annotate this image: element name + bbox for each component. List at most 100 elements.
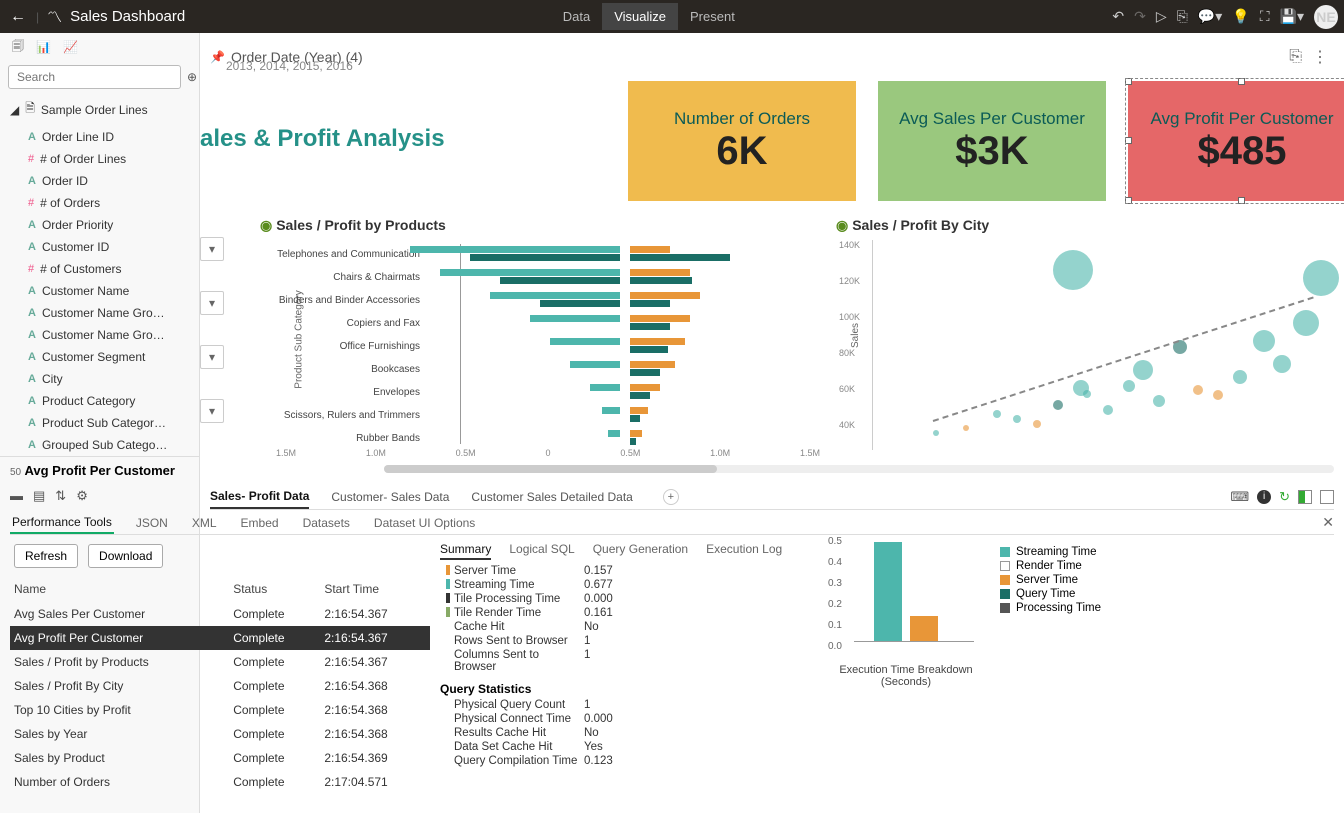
table-row[interactable]: Sales / Profit By CityComplete2:16:54.36…	[10, 674, 430, 698]
avatar[interactable]: NE	[1314, 5, 1338, 29]
filter-icon: ◉	[260, 217, 272, 233]
tree-item[interactable]: AProduct Category	[0, 390, 190, 412]
download-button[interactable]: Download	[88, 544, 163, 568]
table-row[interactable]: Number of OrdersComplete2:17:04.571	[10, 770, 430, 794]
filter-icon[interactable]: ▤	[33, 488, 45, 504]
perf-panel: Refresh Download NameStatusStart Time Av…	[10, 536, 1334, 813]
detail-tab[interactable]: Execution Log	[706, 540, 782, 560]
mode-tab-visualize[interactable]: Visualize	[602, 3, 678, 30]
back-button[interactable]: ←	[6, 8, 30, 26]
preview-icon[interactable]: ⎘	[1177, 8, 1188, 25]
comments-icon[interactable]: 💬▾	[1198, 8, 1222, 25]
perf-left: Refresh Download NameStatusStart Time Av…	[10, 536, 430, 813]
tree-item[interactable]: ACity	[0, 368, 190, 390]
bar-icon[interactable]: ▬	[10, 488, 23, 504]
table-row[interactable]: Top 10 Cities by ProfitComplete2:16:54.3…	[10, 698, 430, 722]
sheet-tab[interactable]: Customer- Sales Data	[331, 486, 449, 508]
redo-icon[interactable]: ↷	[1134, 8, 1146, 25]
detail-tab[interactable]: Query Generation	[593, 540, 688, 560]
dev-tab[interactable]: Embed	[239, 513, 281, 533]
filter-3[interactable]: ▾	[200, 345, 224, 369]
pin-icon[interactable]: 📌	[210, 50, 225, 64]
topbar-actions: ↶ ↷ ▷ ⎘ 💬▾ 💡 ⛶ 💾▾ NE	[1112, 5, 1338, 29]
tree-item[interactable]: ACustomer ID	[0, 236, 190, 258]
tree-item[interactable]: ## of Order Lines	[0, 148, 190, 170]
tree-item[interactable]: ACustomer Name Gro…	[0, 324, 190, 346]
filter-4[interactable]: ▾	[200, 399, 224, 423]
tree-item[interactable]: AOrder Priority	[0, 214, 190, 236]
panel-right-icon[interactable]	[1320, 490, 1334, 504]
sheet-tabs: Sales- Profit Data Customer- Sales Data Cu…	[210, 484, 1334, 510]
tree-item[interactable]: ## of Orders	[0, 192, 190, 214]
play-icon[interactable]: ▷	[1156, 8, 1167, 25]
sort-icon[interactable]: ⇅	[55, 488, 66, 504]
perf-details: Summary Logical SQL Query Generation Execut…	[430, 536, 800, 813]
collapse-icon: ◢	[10, 103, 19, 117]
perf-chart: 0.50.40.30.20.10.0 Streaming TimeRender …	[800, 536, 1334, 813]
close-panel-icon[interactable]: ✕	[1322, 514, 1334, 531]
keyboard-icon[interactable]: ⌨	[1230, 489, 1249, 505]
tree-item[interactable]: ACustomer Name Gro…	[0, 302, 190, 324]
selected-title: Avg Profit Per Customer	[24, 463, 175, 478]
canvas: ales & Profit Analysis Number of Orders6…	[200, 77, 1344, 477]
settings-icon[interactable]: ⚙	[76, 488, 88, 504]
tree-item[interactable]: AGrouped Sub Catego…	[0, 434, 190, 456]
mode-tab-present[interactable]: Present	[678, 3, 747, 30]
dev-tab[interactable]: Datasets	[301, 513, 352, 533]
tree-header[interactable]: ◢ 🗎 Sample Order Lines	[0, 93, 199, 126]
detail-tab[interactable]: Logical SQL	[509, 540, 574, 560]
fullscreen-icon[interactable]: ⛶	[1260, 8, 1270, 25]
mode-tab-data[interactable]: Data	[551, 3, 602, 30]
refresh-button[interactable]: Refresh	[14, 544, 78, 568]
dev-tab[interactable]: JSON	[134, 513, 170, 533]
table-row[interactable]: Sales by YearComplete2:16:54.368	[10, 722, 430, 746]
add-sheet-icon[interactable]: +	[663, 489, 679, 505]
dataset-icon: 🗎	[25, 99, 35, 120]
topbar: ← | 〽 Sales Dashboard DataVisualizePrese…	[0, 0, 1344, 33]
tree-item[interactable]: ACustomer Segment	[0, 346, 190, 368]
tree-item[interactable]: AProduct Sub Categor…	[0, 412, 190, 434]
kpi-card[interactable]: Number of Orders6K	[628, 81, 856, 201]
table-row[interactable]: Sales / Profit by ProductsComplete2:16:5…	[10, 650, 430, 674]
chart-products[interactable]: ◉Sales / Profit by Products Product Sub …	[260, 217, 820, 454]
dev-tab[interactable]: Performance Tools	[10, 512, 114, 534]
kpi-card[interactable]: Avg Profit Per Customer$485	[1128, 81, 1344, 201]
table-row[interactable]: Sales by ProductComplete2:16:54.369	[10, 746, 430, 770]
table-row[interactable]: Avg Sales Per CustomerComplete2:16:54.36…	[10, 602, 430, 626]
canvas-scrollbar[interactable]	[384, 465, 1334, 473]
dev-tab[interactable]: Dataset UI Options	[372, 513, 477, 533]
info-icon[interactable]: i	[1257, 490, 1271, 504]
undo-icon[interactable]: ↶	[1112, 8, 1124, 25]
detail-tab[interactable]: Summary	[440, 540, 491, 560]
tree-item[interactable]: ACustomer Name	[0, 280, 190, 302]
selected-toolbar: ▬ ▤ ⇅ ⚙	[0, 484, 199, 508]
app-title: Sales Dashboard	[70, 8, 185, 25]
chart-icon: 〽	[47, 6, 62, 27]
table-row[interactable]: Avg Profit Per CustomerComplete2:16:54.3…	[10, 626, 430, 650]
tree-item[interactable]: AOrder ID	[0, 170, 190, 192]
tree-item[interactable]: ## of Customers	[0, 258, 190, 280]
perf-table[interactable]: NameStatusStart Time Avg Sales Per Custo…	[10, 576, 430, 794]
breadcrumb: 📌 Order Date (Year) (4) 2013, 2014, 2015…	[0, 33, 1344, 77]
filter-2[interactable]: ▾	[200, 291, 224, 315]
refresh-icon[interactable]: ↻	[1279, 489, 1290, 505]
options-icon[interactable]: ⋮	[1312, 47, 1328, 67]
page-title: ales & Profit Analysis	[200, 125, 445, 153]
filter-icon: ◉	[836, 217, 848, 233]
kpi-card[interactable]: Avg Sales Per Customer$3K	[878, 81, 1106, 201]
dev-tabs: Performance Tools JSON XML Embed Datasets Dat…	[10, 511, 1334, 535]
sheet-tab[interactable]: Customer Sales Detailed Data	[471, 486, 632, 508]
tree-item[interactable]: AOrder Line ID	[0, 126, 190, 148]
exec-bar-chart	[854, 536, 974, 656]
filter-selectors: ▾ ▾ ▾ ▾	[200, 237, 224, 423]
save-icon[interactable]: 💾▾	[1280, 8, 1304, 25]
filter-1[interactable]: ▾	[200, 237, 224, 261]
sheet-tab[interactable]: Sales- Profit Data	[210, 485, 309, 509]
chart-city[interactable]: ◉Sales / Profit By City Sales 140K120K10…	[836, 217, 1316, 450]
dev-tab[interactable]: XML	[190, 513, 219, 533]
data-action-icon[interactable]: ⎘	[1289, 48, 1302, 66]
selected-section: 50 Avg Profit Per Customer	[0, 456, 199, 484]
lightbulb-icon[interactable]: 💡	[1232, 8, 1249, 25]
kpi-row: Number of Orders6KAvg Sales Per Customer…	[628, 81, 1344, 201]
panel-left-icon[interactable]	[1298, 490, 1312, 504]
